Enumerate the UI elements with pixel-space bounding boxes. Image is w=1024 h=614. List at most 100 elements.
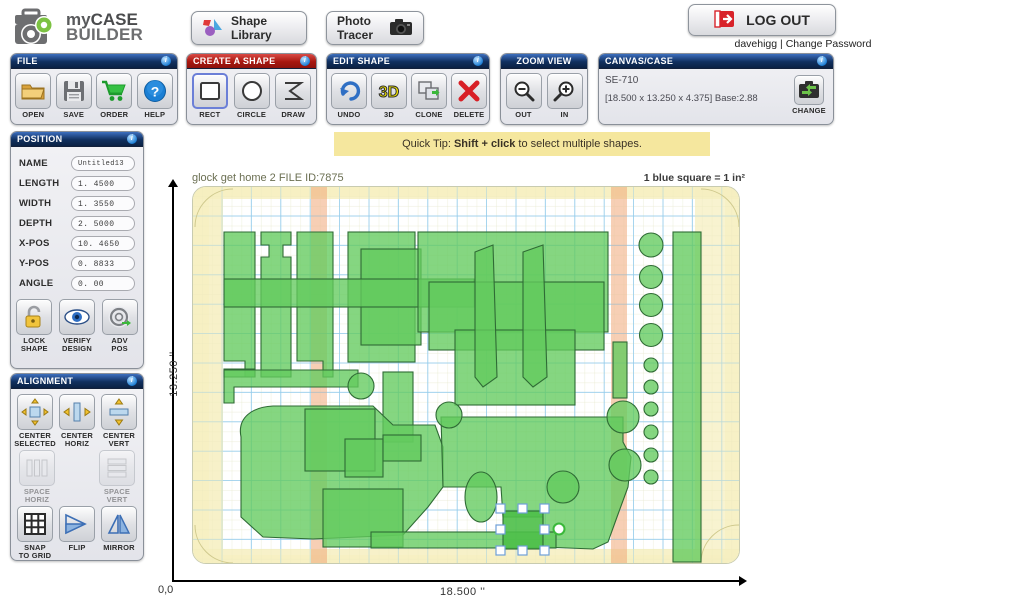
position-panel-title: POSITION (17, 133, 63, 144)
name-input[interactable]: Untitled13 (71, 155, 135, 171)
clone-copy-icon (411, 73, 447, 109)
shopping-cart-icon (96, 73, 133, 109)
space-vert-button[interactable]: SPACE VERT (98, 450, 136, 504)
file-order-button[interactable]: ORDER (96, 73, 133, 119)
quick-tip-banner: Quick Tip: Shift + click to select multi… (334, 132, 710, 156)
info-icon[interactable]: i (127, 376, 137, 386)
grid-icon (17, 506, 53, 542)
center-horiz-button[interactable]: CENTER HORIZ (58, 394, 96, 448)
adv-pos-button[interactable]: ADV POS (101, 299, 139, 353)
edit-3d-label: 3D (384, 110, 394, 119)
polyline-draw-icon (275, 73, 312, 109)
info-icon[interactable]: i (161, 56, 171, 66)
field-length-row: LENGTH 1. 4500 (13, 173, 141, 193)
file-panel-title: FILE (17, 55, 38, 66)
user-separator: | (780, 38, 783, 50)
ypos-input[interactable]: 0. 8833 (71, 255, 135, 271)
x-axis-line (172, 576, 747, 586)
field-depth-row: DEPTH 2. 5000 (13, 213, 141, 233)
circle-icon (233, 73, 270, 109)
mirror-triangle-icon (101, 506, 137, 542)
alignment-panel: ALIGNMENT i CENTER SELECTED CENTER HORIZ… (10, 373, 144, 561)
edit-delete-button[interactable]: DELETE (451, 73, 487, 119)
mirror-button[interactable]: MIRROR (100, 506, 138, 560)
info-icon[interactable]: i (127, 134, 137, 144)
field-name-row: NAME Untitled13 (13, 153, 141, 173)
3d-text-icon: 3D (371, 73, 407, 109)
space-vertical-icon (99, 450, 135, 486)
magnifier-plus-icon (546, 73, 583, 109)
space-horizontal-icon (19, 450, 55, 486)
length-input[interactable]: 1. 4500 (71, 175, 135, 191)
edit-clone-button[interactable]: CLONE (411, 73, 447, 119)
space-vert-label: SPACE VERT (103, 487, 131, 504)
angle-input[interactable]: 0. 00 (71, 275, 135, 291)
svg-text:?: ? (150, 84, 159, 100)
center-horizontal-icon (59, 394, 95, 430)
zoom-in-button[interactable]: IN (546, 73, 583, 119)
info-icon[interactable]: i (300, 56, 310, 66)
info-icon[interactable]: i (817, 56, 827, 66)
create-rect-button[interactable]: RECT (191, 73, 229, 119)
case-swap-icon (794, 75, 824, 105)
info-icon[interactable]: i (473, 56, 483, 66)
field-name-label: NAME (19, 157, 48, 169)
case-surface[interactable] (192, 186, 740, 564)
verify-design-button[interactable]: VERIFY DESIGN (58, 299, 96, 353)
flip-button[interactable]: FLIP (58, 506, 96, 560)
photo-tracer-label: Photo Tracer (337, 14, 374, 42)
question-mark-icon: ? (136, 73, 173, 109)
field-length-label: LENGTH (19, 177, 60, 189)
center-horiz-label: CENTER HORIZ (60, 431, 94, 448)
red-x-icon (451, 73, 487, 109)
case-dimensions: [18.500 x 13.250 x 4.375] Base:2.88 (605, 93, 758, 104)
shape-library-label: Shape Library (231, 14, 272, 42)
undo-arrow-icon (331, 73, 367, 109)
create-shape-panel: CREATE A SHAPE i RECT CIRCLE DRAW (186, 53, 317, 125)
create-shape-header: CREATE A SHAPE i (187, 54, 316, 69)
canvas-change-button[interactable]: CHANGE (791, 75, 827, 115)
width-input[interactable]: 1. 3550 (71, 195, 135, 211)
snap-to-grid-button[interactable]: SNAP TO GRID (16, 506, 54, 560)
position-panel: POSITION i NAME Untitled13 LENGTH 1. 450… (10, 131, 144, 369)
depth-input[interactable]: 2. 5000 (71, 215, 135, 231)
file-help-button[interactable]: ? HELP (136, 73, 174, 119)
lock-shape-button[interactable]: LOCK SHAPE (15, 299, 53, 353)
create-rect-label: RECT (199, 110, 221, 119)
edit-3d-button[interactable]: 3D 3D (371, 73, 407, 119)
position-panel-header: POSITION i (11, 132, 143, 147)
case-svg (193, 187, 739, 563)
space-horiz-button[interactable]: SPACE HORIZ (18, 450, 56, 504)
create-draw-button[interactable]: DRAW (274, 73, 312, 119)
center-vert-button[interactable]: CENTER VERT (100, 394, 138, 448)
file-panel-header: FILE i (11, 54, 177, 69)
origin-label: 0,0 (158, 584, 174, 596)
file-open-button[interactable]: OPEN (15, 73, 52, 119)
center-selected-label: CENTER SELECTED (14, 431, 56, 448)
zoom-view-header: ZOOM VIEW (501, 54, 587, 69)
shape-library-button[interactable]: Shape Library (191, 11, 307, 45)
create-draw-label: DRAW (281, 110, 306, 119)
photo-tracer-button[interactable]: Photo Tracer (326, 11, 424, 45)
edit-undo-button[interactable]: UNDO (331, 73, 367, 119)
edit-shape-title: EDIT SHAPE (333, 55, 391, 66)
design-canvas-area[interactable]: glock get home 2 FILE ID:7875 1 blue squ… (150, 168, 750, 598)
brand-wordmark: myCASE BUILDER (66, 11, 143, 43)
zoom-out-button[interactable]: OUT (505, 73, 542, 119)
create-circle-button[interactable]: CIRCLE (233, 73, 271, 119)
camera-icon (389, 18, 413, 39)
edit-clone-label: CLONE (415, 110, 443, 119)
quick-tip-prefix: Quick Tip: (402, 138, 451, 150)
field-depth-label: DEPTH (19, 217, 53, 229)
file-panel: FILE i OPEN SAVE ORDER ? HELP (10, 53, 178, 125)
design-title: glock get home 2 FILE ID:7875 (192, 172, 344, 184)
quick-tip-suffix: to select multiple shapes. (518, 138, 642, 150)
logout-button[interactable]: LOG OUT (688, 4, 836, 36)
change-password-link[interactable]: Change Password (786, 38, 872, 50)
file-save-button[interactable]: SAVE (55, 73, 93, 119)
xpos-input[interactable]: 10. 4650 (71, 235, 135, 251)
center-selected-button[interactable]: CENTER SELECTED (14, 394, 56, 448)
canvas-case-header: CANVAS/CASE i (599, 54, 833, 69)
scale-note: 1 blue square = 1 in² (643, 172, 745, 184)
field-xpos-row: X-POS 10. 4650 (13, 233, 141, 253)
